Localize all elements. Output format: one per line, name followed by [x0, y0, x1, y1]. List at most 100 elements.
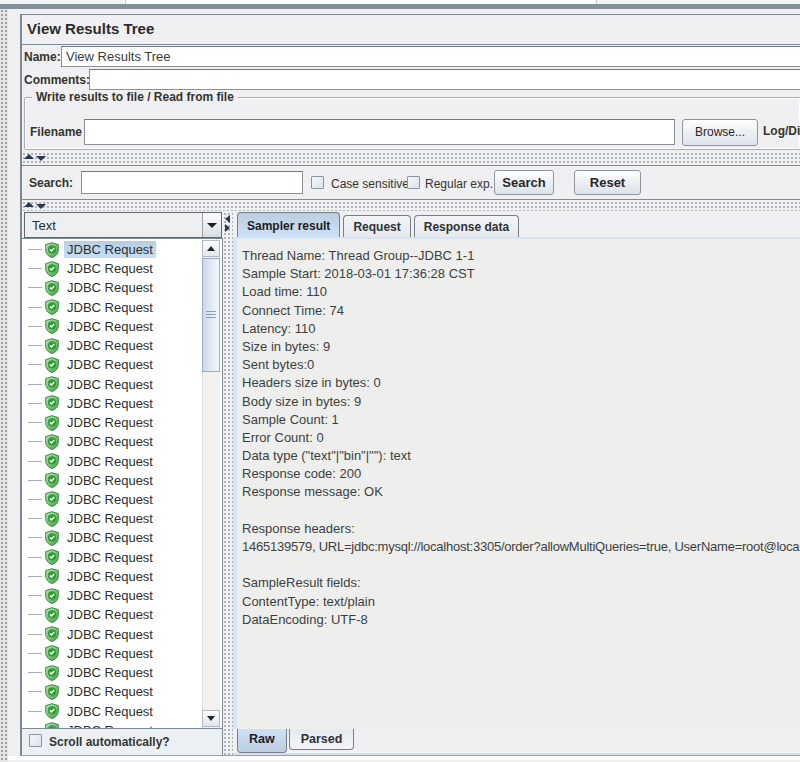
tree-item[interactable]: JDBC Request [22, 259, 156, 278]
filename-input[interactable] [84, 119, 675, 145]
tree-item[interactable]: JDBC Request [22, 644, 156, 663]
tree-item[interactable]: JDBC Request [22, 336, 156, 355]
success-shield-icon [44, 338, 60, 354]
horizontal-splitter-2[interactable] [22, 201, 800, 211]
tree-connector-line [28, 422, 42, 423]
tree-connector-line [28, 268, 42, 269]
tree-item[interactable]: JDBC Request [22, 355, 156, 374]
result-line: Response message: OK [242, 484, 800, 502]
success-shield-icon [44, 242, 60, 258]
tree-item[interactable]: JDBC Request [22, 625, 156, 644]
tree-scrollbar-up-button[interactable] [202, 240, 220, 257]
tree-item[interactable]: JDBC Request [22, 298, 156, 317]
tab-request[interactable]: Request [343, 215, 410, 237]
tree-item-label: JDBC Request [64, 318, 156, 335]
tree-item[interactable]: JDBC Request [22, 586, 156, 605]
case-sensitive-checkbox[interactable] [311, 176, 324, 189]
result-line: Thread Name: Thread Group--JDBC 1-1 [242, 248, 800, 266]
result-line: Error Count: 0 [242, 430, 800, 448]
tree-connector-line [28, 461, 42, 462]
tree-item[interactable]: JDBC Request [22, 471, 156, 490]
success-shield-icon [44, 588, 60, 604]
result-line: SampleResult fields: [242, 575, 800, 593]
tree-item-label: JDBC Request [64, 260, 156, 277]
renderer-dropdown[interactable]: Text [24, 212, 222, 238]
tree-item-label: JDBC Request [64, 683, 156, 700]
tab-sampler-result[interactable]: Sampler result [237, 212, 340, 237]
vertical-splitter[interactable] [223, 212, 233, 755]
tree-item[interactable]: JDBC Request [22, 394, 156, 413]
scroll-automatically-checkbox[interactable] [29, 734, 42, 747]
tree-scrollbar-down-button[interactable] [202, 710, 220, 727]
regular-exp-checkbox[interactable] [407, 176, 420, 189]
tree-connector-line [28, 691, 42, 692]
tree-connector-line [28, 653, 42, 654]
tree-item[interactable]: JDBC Request [22, 663, 156, 682]
tree-connector-line [28, 326, 42, 327]
tree-item[interactable]: JDBC Request [22, 528, 156, 547]
tree-item[interactable]: JDBC Request [22, 548, 156, 567]
tree-item[interactable]: JDBC Request [22, 317, 156, 336]
tree-item-label: JDBC Request [64, 299, 156, 316]
write-results-group-title: Write results to file / Read from file [32, 90, 238, 104]
regular-exp-label: Regular exp. [425, 177, 493, 191]
tree-item-label: JDBC Request [64, 568, 156, 585]
browse-button[interactable]: Browse... [682, 119, 758, 146]
result-line: Sent bytes:0 [242, 357, 800, 375]
splitter2-collapse-up-icon[interactable] [24, 202, 34, 207]
splitter-collapse-down-icon[interactable] [36, 156, 46, 161]
tree-item[interactable]: JDBC Request [22, 375, 156, 394]
filename-label: Filename [30, 125, 82, 139]
tree-item[interactable]: JDBC Request [22, 702, 156, 721]
result-line: Data type ("text"|"bin"|""): text [242, 448, 800, 466]
result-line: ContentType: text/plain [242, 594, 800, 612]
arrow-up-icon [207, 246, 215, 251]
tree-item[interactable]: JDBC Request [22, 240, 156, 259]
reset-button[interactable]: Reset [574, 170, 641, 195]
left-splitter-strip[interactable] [0, 9, 8, 762]
tree-connector-line [28, 384, 42, 385]
result-line: Sample Count: 1 [242, 412, 800, 430]
tree-item[interactable]: JDBC Request [22, 721, 156, 729]
tab-raw[interactable]: Raw [237, 729, 287, 753]
chevron-down-icon [207, 223, 217, 228]
splitter-collapse-up-icon[interactable] [24, 154, 34, 159]
splitter-collapse-left-icon[interactable] [225, 215, 230, 223]
result-line: Load time: 110 [242, 284, 800, 302]
view-results-tree-screen: View Results Tree Name: View Results Tre… [0, 0, 800, 762]
tree-item[interactable]: JDBC Request [22, 490, 156, 509]
tree-item[interactable]: JDBC Request [22, 567, 156, 586]
search-button[interactable]: Search [494, 170, 554, 195]
success-shield-icon [44, 530, 60, 546]
search-input[interactable] [81, 171, 303, 194]
tree-scrollbar-thumb[interactable] [202, 258, 220, 372]
result-line: DataEncoding: UTF-8 [242, 612, 800, 630]
tree-item-label: JDBC Request [64, 491, 156, 508]
tree-item[interactable]: JDBC Request [22, 682, 156, 701]
tab-parsed[interactable]: Parsed [289, 729, 355, 750]
tree-item[interactable]: JDBC Request [22, 605, 156, 624]
tree-connector-line [28, 711, 42, 712]
tree-item[interactable]: JDBC Request [22, 509, 156, 528]
tree-item[interactable]: JDBC Request [22, 278, 156, 297]
render-tab-bar: RawParsed [237, 729, 356, 753]
result-line: Response code: 200 [242, 466, 800, 484]
tree-item[interactable]: JDBC Request [22, 452, 156, 471]
splitter2-collapse-down-icon[interactable] [36, 204, 46, 209]
name-input[interactable]: View Results Tree [61, 46, 800, 67]
tab-response-data[interactable]: Response data [414, 215, 519, 237]
tree-item-label: JDBC Request [64, 510, 156, 527]
tree-item-label: JDBC Request [64, 279, 156, 296]
tree-connector-line [28, 307, 42, 308]
tree-item-label: JDBC Request [64, 337, 156, 354]
success-shield-icon [44, 607, 60, 623]
horizontal-splitter-1[interactable] [22, 152, 800, 163]
splitter-collapse-right-icon[interactable] [225, 224, 230, 232]
success-shield-icon [44, 511, 60, 527]
comments-input[interactable] [89, 69, 800, 90]
tree-connector-line [28, 480, 42, 481]
tree-item[interactable]: JDBC Request [22, 413, 156, 432]
tree-item[interactable]: JDBC Request [22, 432, 156, 451]
top-divider-bar [0, 4, 800, 9]
renderer-dropdown-button[interactable] [202, 213, 221, 237]
